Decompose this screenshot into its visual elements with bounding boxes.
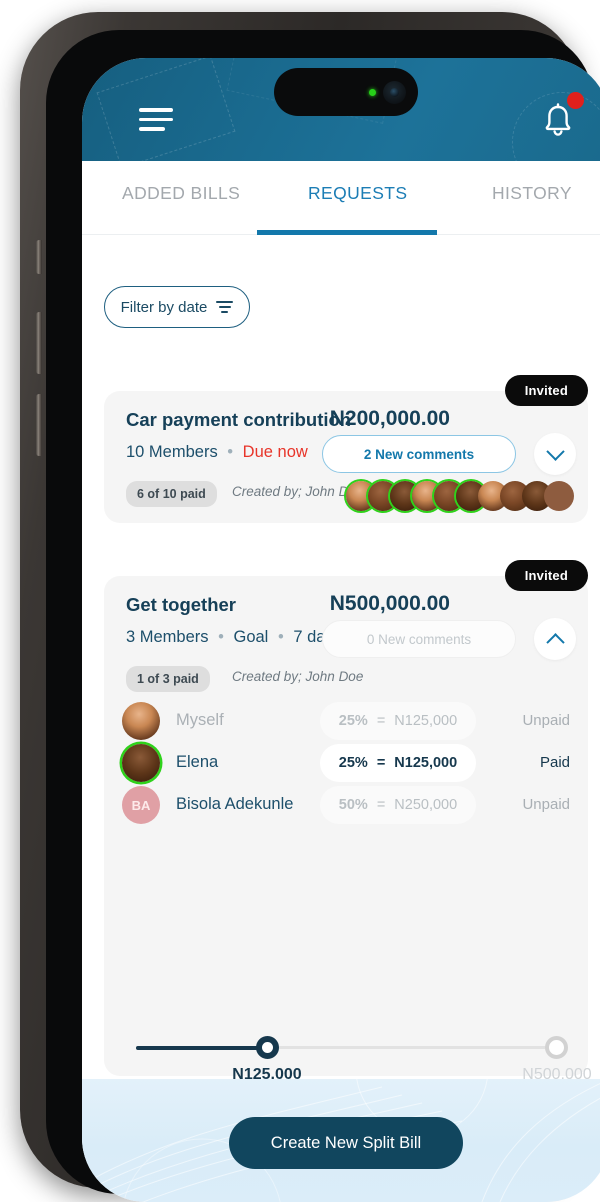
menu-line-2	[139, 118, 173, 122]
equals-sign: =	[377, 713, 385, 729]
phone-volume-up-button[interactable]	[36, 312, 42, 374]
avatar	[122, 702, 160, 740]
filter-by-date-button[interactable]: Filter by date	[104, 286, 250, 328]
filter-label: Filter by date	[121, 299, 208, 316]
member-name: Bisola Adekunle	[176, 795, 293, 814]
phone-screen: ADDED BILLS REQUESTS HISTORY Filter by d…	[82, 58, 600, 1202]
member-amount: N250,000	[394, 797, 457, 813]
expand-card-button[interactable]	[534, 433, 576, 475]
member-name: Myself	[176, 711, 224, 730]
card-members-count: 3 Members	[126, 628, 209, 646]
phone-bezel: ADDED BILLS REQUESTS HISTORY Filter by d…	[46, 30, 594, 1194]
card-title: Car payment contribution	[126, 409, 351, 431]
slider-fill	[136, 1046, 266, 1050]
card-amount: N200,000.00	[330, 407, 450, 431]
member-share-amount: 25% = N125,000	[320, 702, 476, 740]
dynamic-island	[274, 68, 418, 116]
member-percent: 50%	[339, 797, 368, 813]
notification-badge-dot	[567, 92, 584, 109]
member-percent: 25%	[339, 713, 368, 729]
member-row: Myself 25% = N125,000 Unpaid	[104, 702, 588, 743]
card-title: Get together	[126, 594, 236, 616]
tab-bar: ADDED BILLS REQUESTS HISTORY	[82, 161, 600, 235]
bill-card-car-payment[interactable]: Invited Car payment contribution N200,00…	[104, 391, 588, 523]
meta-separator: •	[222, 443, 238, 461]
member-percent: 25%	[339, 755, 368, 771]
member-payment-status: Paid	[540, 754, 570, 771]
member-payment-status: Unpaid	[522, 712, 570, 729]
card-meta: 10 Members • Due now	[126, 443, 308, 462]
card-members-count: 10 Members	[126, 443, 218, 461]
meta-separator: •	[273, 628, 289, 646]
app-header	[82, 58, 600, 161]
member-row: Elena 25% = N125,000 Paid	[104, 744, 588, 785]
paid-count-badge: 6 of 10 paid	[126, 481, 217, 507]
member-amount: N125,000	[394, 755, 457, 771]
phone-frame: ADDED BILLS REQUESTS HISTORY Filter by d…	[20, 12, 580, 1188]
camera-active-led	[369, 89, 376, 96]
collapse-card-button[interactable]	[534, 618, 576, 660]
menu-line-1	[139, 108, 173, 112]
member-avatar-stack	[346, 481, 574, 511]
tab-active-underline	[257, 230, 437, 235]
tab-added-bills[interactable]: ADDED BILLS	[122, 183, 240, 204]
member-payment-status: Unpaid	[522, 796, 570, 813]
member-name: Elena	[176, 753, 218, 772]
phone-volume-down-button[interactable]	[36, 394, 42, 456]
requests-list: Filter by date Invited Car payment contr…	[82, 236, 600, 1079]
front-camera-lens	[383, 81, 406, 104]
footer-bar: Create New Split Bill	[82, 1079, 600, 1202]
member-share-amount: 25% = N125,000	[320, 744, 476, 782]
member-amount: N125,000	[394, 713, 457, 729]
hamburger-menu-icon[interactable]	[139, 108, 173, 134]
phone-silence-switch[interactable]	[36, 240, 42, 274]
menu-line-3	[139, 127, 165, 131]
equals-sign: =	[377, 797, 385, 813]
avatar-initials: BA	[122, 786, 160, 824]
member-row: BA Bisola Adekunle 50% = N250,000 Unpaid	[104, 786, 588, 827]
card-created-by: Created by; John Doe	[232, 669, 363, 684]
new-comments-button[interactable]: 2 New comments	[322, 435, 516, 473]
slider-thumb-low[interactable]	[256, 1036, 279, 1059]
create-new-split-bill-button[interactable]: Create New Split Bill	[229, 1117, 463, 1169]
bill-card-get-together[interactable]: Invited Get together N500,000.00 3 Membe…	[104, 576, 588, 1076]
member-share-amount: 50% = N250,000	[320, 786, 476, 824]
status-badge-invited: Invited	[505, 375, 588, 406]
avatar	[544, 481, 574, 511]
slider-thumb-high[interactable]	[545, 1036, 568, 1059]
card-created-by: Created by; John Doe	[232, 484, 363, 499]
tab-history[interactable]: HISTORY	[492, 183, 572, 204]
status-badge-invited: Invited	[505, 560, 588, 591]
new-comments-button[interactable]: 0 New comments	[322, 620, 516, 658]
card-amount: N500,000.00	[330, 592, 450, 616]
chevron-up-icon	[546, 633, 564, 651]
tab-requests[interactable]: REQUESTS	[308, 183, 407, 204]
avatar	[122, 744, 160, 782]
filter-sliders-icon	[216, 301, 233, 314]
meta-separator: •	[213, 628, 229, 646]
paid-count-badge: 1 of 3 paid	[126, 666, 210, 692]
equals-sign: =	[377, 755, 385, 771]
card-due-status: Due now	[243, 443, 308, 461]
chevron-down-icon	[546, 442, 564, 460]
card-type: Goal	[234, 628, 269, 646]
